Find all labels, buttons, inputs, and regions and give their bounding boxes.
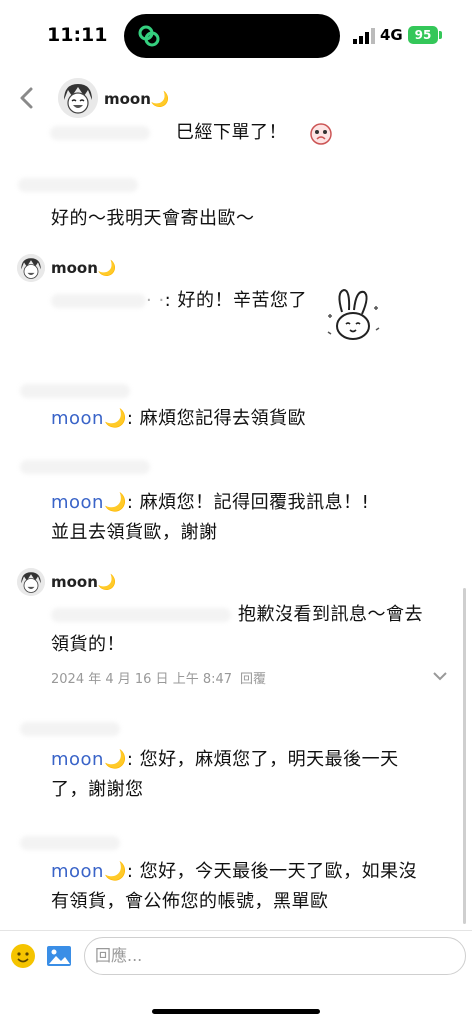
message-text-line2: 並且去領貨歐，謝謝 [51, 522, 218, 543]
avatar-image [58, 78, 98, 118]
status-bar: 11:11 4G 95 [0, 0, 472, 70]
message-body: : 麻煩您！記得回覆我訊息！! [126, 492, 370, 513]
back-icon[interactable] [16, 86, 38, 110]
username-text: moon [104, 90, 151, 108]
network-type: 4G [380, 26, 403, 44]
mention-link[interactable]: moon [51, 861, 104, 882]
mention-link[interactable]: moon [51, 492, 104, 513]
avatar[interactable] [58, 78, 98, 118]
blurred-name [50, 126, 150, 140]
comment-username[interactable]: moon🌙 [51, 573, 117, 591]
moon-emoji: 🌙 [103, 861, 127, 882]
avatar[interactable] [17, 568, 45, 596]
moon-emoji: 🌙 [103, 749, 127, 770]
message-text: 巳經下單了！ [176, 122, 287, 143]
reply-link[interactable]: 回覆 [240, 668, 266, 687]
avatar-image [17, 254, 45, 282]
chevron-down-icon[interactable] [432, 668, 448, 684]
blurred-name [51, 294, 146, 308]
image-icon[interactable] [46, 943, 72, 969]
comment-username[interactable]: moon🌙 [51, 259, 117, 277]
message-text: moon🌙: 您好，麻煩您了，明天最後一天 [51, 745, 399, 775]
blurred-user-row [20, 836, 120, 850]
username-text: moon [51, 573, 98, 591]
message-timestamp: 2024 年 4 月 16 日 上午 8:47 [51, 672, 233, 687]
message-body: : 好的！辛苦您了 [164, 290, 307, 311]
status-time: 11:11 [47, 24, 108, 46]
battery-tip [439, 31, 442, 39]
home-indicator[interactable] [152, 1009, 320, 1014]
blurred-user-row [20, 460, 150, 474]
link-icon [138, 25, 160, 47]
message-text-line2: 了，謝謝您 [51, 779, 144, 800]
message-text: moon🌙: 您好，今天最後一天了歐，如果沒 [51, 857, 417, 887]
message-text: 抱歉沒看到訊息～會去 [238, 604, 423, 625]
moon-emoji: 🌙 [103, 408, 127, 429]
mention-link[interactable]: moon [51, 749, 104, 770]
bunny-sticker-icon [327, 288, 380, 340]
battery-icon: 95 [408, 26, 438, 44]
avatar-image [17, 568, 45, 596]
blurred-user-row [20, 722, 120, 736]
reply-placeholder: 回應... [95, 946, 143, 965]
scrollbar[interactable] [463, 588, 466, 924]
message-text: moon🌙: 麻煩您記得去領貨歐 [51, 404, 306, 434]
avatar[interactable] [17, 254, 45, 282]
message-body: : 您好，麻煩您了，明天最後一天 [126, 749, 399, 770]
message-body: : 麻煩您記得去領貨歐 [126, 408, 307, 429]
moon-emoji: 🌙 [103, 492, 127, 513]
message-body: : 您好，今天最後一天了歐，如果沒 [126, 861, 418, 882]
username-text: moon [51, 259, 98, 277]
message-text-line2: 有領貨，會公佈您的帳號，黑單歐 [51, 891, 329, 912]
signal-icon [353, 28, 375, 44]
message-text: moon🌙: 麻煩您！記得回覆我訊息！! [51, 488, 369, 518]
battery-level: 95 [414, 28, 432, 42]
mention-link[interactable]: moon [51, 408, 104, 429]
dynamic-island [124, 14, 340, 58]
moon-emoji: 🌙 [150, 90, 170, 108]
blurred-user-row [18, 178, 138, 192]
moon-emoji: 🌙 [97, 573, 117, 591]
blurred-name [51, 608, 231, 622]
message-text: · ·: 好的！辛苦您了 [146, 290, 307, 311]
crying-face-icon [310, 123, 332, 145]
header-username[interactable]: moon🌙 [104, 90, 170, 108]
blurred-user-row [20, 384, 130, 398]
message-text: 好的～我明天會寄出歐～ [51, 208, 255, 229]
reply-input[interactable]: 回應... [84, 937, 466, 975]
emoji-icon[interactable] [10, 943, 36, 969]
message-text-line2: 領貨的！ [51, 634, 125, 655]
moon-emoji: 🌙 [97, 259, 117, 277]
